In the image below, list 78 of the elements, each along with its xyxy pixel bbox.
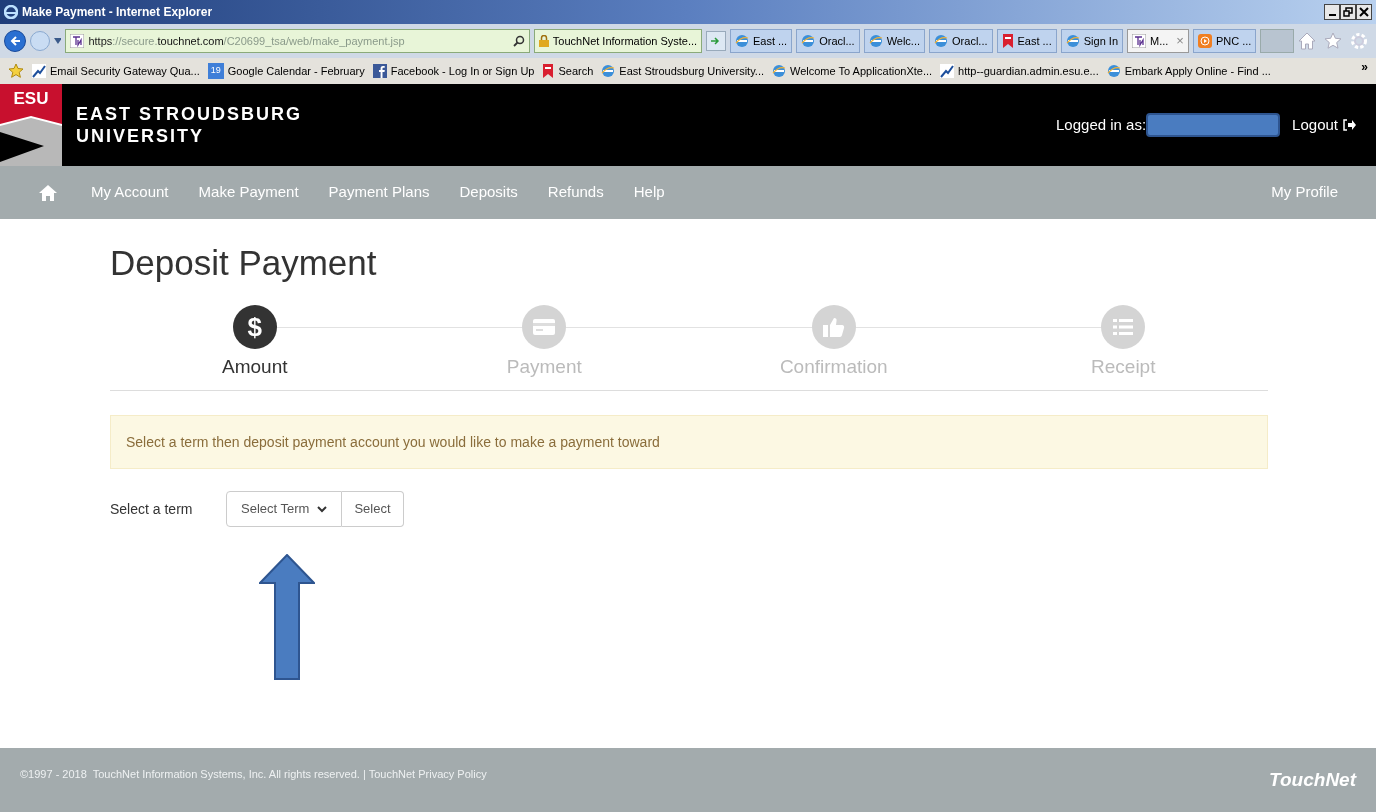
restore-button[interactable]	[1340, 4, 1356, 20]
close-icon	[1359, 7, 1369, 17]
favorite-link[interactable]: Facebook - Log In or Sign Up	[372, 62, 535, 80]
window-title: Make Payment - Internet Explorer	[22, 4, 213, 21]
logout-link[interactable]: Logout	[1292, 113, 1356, 137]
url-text: https://secure.touchnet.com/C20699_tsa/web/make_payment.jsp	[88, 33, 405, 49]
overflow-chevron[interactable]: »	[1361, 58, 1368, 76]
thumbs-up-icon	[822, 317, 845, 337]
logo-icon	[1132, 34, 1146, 48]
logo-icon	[70, 34, 85, 48]
browser-tab[interactable]: Oracl...	[796, 29, 860, 53]
term-dropdown[interactable]: Select Term	[226, 491, 343, 527]
select-button[interactable]: Select	[342, 491, 404, 527]
minimize-icon	[1328, 14, 1336, 16]
browser-tab[interactable]: East ...	[996, 29, 1057, 53]
globe-icon	[734, 34, 749, 48]
calendar-icon: 19	[207, 63, 224, 79]
brand-logo: TouchNet	[1269, 767, 1356, 792]
term-label: Select a term	[110, 499, 194, 519]
copyright-text: ©1997 - 2018 TouchNet Information Systems, Inc. All rights reserved. | TouchNet Privacy Policy	[20, 767, 487, 782]
credit-card-icon	[533, 319, 556, 335]
chart-icon	[940, 64, 955, 78]
step-label: Receipt	[1091, 355, 1156, 379]
browser-tab[interactable]: Welc...	[863, 29, 926, 53]
new-tab-button[interactable]	[1260, 29, 1294, 53]
back-button[interactable]	[4, 30, 26, 52]
address-field[interactable]: https://secure.touchnet.com/C20699_tsa/web/make_payment.jsp	[65, 29, 530, 53]
star-icon[interactable]	[1324, 32, 1342, 50]
site-identity[interactable]: TouchNet Information Syste...	[533, 29, 703, 53]
search-icon[interactable]	[512, 35, 525, 47]
play-icon	[1197, 34, 1212, 48]
restore-icon	[1343, 7, 1353, 17]
logout-icon	[1342, 119, 1356, 131]
browser-tab[interactable]: East ...	[729, 29, 793, 53]
favorite-link[interactable]: Search	[542, 62, 594, 80]
bookmark-icon	[1001, 34, 1014, 48]
browser-logo-icon	[4, 5, 18, 19]
bookmark-icon	[542, 64, 555, 78]
lock-icon	[538, 35, 549, 47]
refresh-button[interactable]	[706, 31, 726, 51]
facebook-icon	[372, 64, 387, 78]
browser-tab[interactable]: M... ×	[1127, 29, 1189, 53]
favorite-link[interactable]: 19 Google Calendar - February	[207, 62, 365, 80]
step-label: Payment	[506, 355, 582, 379]
browser-tab[interactable]: Sign In	[1060, 29, 1123, 53]
browser-tab[interactable]: Oracl...	[929, 29, 993, 53]
settings-icon[interactable]	[1350, 32, 1368, 50]
globe-icon	[868, 34, 883, 48]
back-arrow-icon	[8, 35, 21, 47]
chart-icon	[32, 64, 46, 78]
logged-in-label: Logged in as:	[1056, 114, 1147, 135]
favorite-link[interactable]: Welcome To ApplicationXte...	[772, 62, 933, 80]
step-label: Amount	[222, 355, 288, 379]
list-icon	[1113, 319, 1134, 335]
minimize-button[interactable]	[1324, 4, 1340, 20]
home-icon[interactable]	[38, 184, 58, 201]
globe-icon	[934, 34, 949, 48]
dropdown-icon[interactable]	[53, 38, 62, 44]
favorite-link[interactable]: http--guardian.admin.esu.e...	[940, 62, 1099, 80]
university-logo: ESU	[0, 84, 62, 166]
globe-icon	[1065, 34, 1080, 48]
globe-icon	[772, 64, 786, 78]
favorite-link[interactable]: Embark Apply Online - Find ...	[1106, 62, 1271, 80]
favorite-link[interactable]: Email Security Gateway Qua...	[32, 62, 200, 80]
university-name: EAST STROUDSBURG	[76, 103, 302, 125]
browser-tab[interactable]: PNC ...	[1192, 29, 1257, 53]
notice-banner: Select a term then deposit payment account you would like to make a payment toward	[110, 415, 1268, 469]
university-name: UNIVERSITY	[76, 125, 206, 147]
close-button[interactable]	[1356, 4, 1372, 20]
page-heading: Deposit Payment	[110, 242, 378, 284]
favorite-link[interactable]: East Stroudsburg University...	[601, 62, 764, 80]
chevron-down-icon	[317, 505, 328, 513]
globe-icon	[1106, 64, 1121, 78]
globe-icon	[801, 34, 816, 48]
step-label: Confirmation	[779, 355, 888, 379]
home-icon[interactable]	[1298, 32, 1316, 50]
globe-icon	[601, 64, 616, 78]
favorites-star-icon[interactable]	[8, 63, 24, 79]
